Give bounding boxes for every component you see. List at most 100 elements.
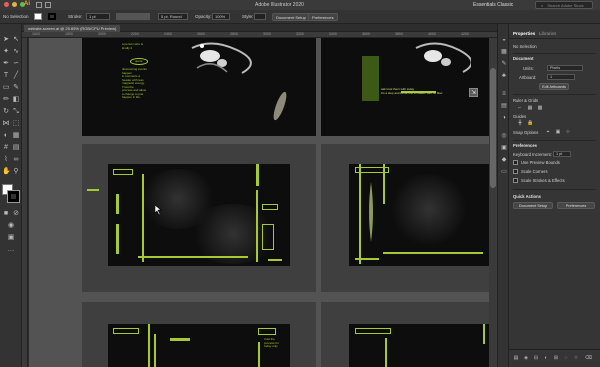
- none-color-icon[interactable]: ⊘: [12, 210, 20, 218]
- stroke-swatch[interactable]: [48, 13, 56, 20]
- smart-guides-icon[interactable]: ⊹: [565, 129, 571, 135]
- pencil-tool-icon[interactable]: ✏: [2, 96, 10, 104]
- quick-preferences-button[interactable]: Preferences: [557, 202, 595, 209]
- shape-builder-tool-icon[interactable]: ◐: [2, 132, 10, 140]
- symbols-panel-icon[interactable]: ♣: [500, 72, 508, 80]
- opacity-field[interactable]: 100%: [212, 13, 230, 20]
- align-icon[interactable]: ⊟: [533, 355, 539, 361]
- eraser-tool-icon[interactable]: ◧: [12, 96, 20, 104]
- star-icon[interactable]: ☆: [573, 355, 579, 361]
- eyedropper-tool-icon[interactable]: ⌇: [2, 156, 10, 164]
- workspace-switcher[interactable]: Essentials Classic: [473, 2, 513, 8]
- hand-tool-icon[interactable]: ✋: [2, 168, 11, 176]
- mesh-tool-icon[interactable]: #: [2, 144, 10, 152]
- fill-stroke-widget[interactable]: [2, 184, 20, 206]
- document-setup-button[interactable]: Document Setup: [272, 13, 310, 21]
- direct-selection-tool-icon[interactable]: ↖: [12, 36, 20, 44]
- perspective-grid-tool-icon[interactable]: ▦: [12, 132, 20, 140]
- artboard-dropdown[interactable]: 1: [547, 74, 575, 80]
- swatches-panel-icon[interactable]: ▦: [500, 48, 508, 56]
- trash-icon[interactable]: ⌫: [585, 355, 592, 361]
- character-icon[interactable]: ◌: [563, 355, 569, 361]
- gradient-panel-icon[interactable]: ▤: [500, 102, 508, 110]
- stroke-panel-icon[interactable]: ≡: [500, 90, 508, 98]
- artboard[interactable]: [321, 302, 489, 367]
- type-tool-icon[interactable]: T: [2, 72, 10, 80]
- lasso-tool-icon[interactable]: ∿: [12, 48, 20, 56]
- artboard[interactable]: trust the process for today only: [82, 302, 316, 367]
- blend-tool-icon[interactable]: ∞: [12, 156, 20, 164]
- quick-document-setup-button[interactable]: Document Setup: [513, 202, 553, 209]
- selection-tool-icon[interactable]: ➤: [2, 36, 10, 44]
- graphic-styles-panel-icon[interactable]: ▣: [500, 144, 508, 152]
- canvas[interactable]: a person who is kindly 2 quote discoveri…: [29, 38, 497, 367]
- brush-definition[interactable]: 5 pt. Round: [158, 13, 188, 20]
- color-panel-icon[interactable]: ◒: [500, 36, 508, 44]
- control-bar: No Selection Stroke: 1 pt 5 pt. Round Op…: [0, 10, 600, 24]
- artboard[interactable]: [82, 144, 316, 292]
- edit-artboards-button[interactable]: Edit Artboards: [539, 83, 569, 90]
- graphic-style-picker[interactable]: [254, 13, 266, 20]
- artwork-caption-text: trust the process for today only: [264, 337, 279, 348]
- vertical-scrollbar[interactable]: [489, 38, 497, 367]
- vertical-ruler[interactable]: [22, 38, 28, 367]
- pen-tool-icon[interactable]: ✒: [2, 60, 10, 68]
- ruler-tick-label: 1600: [32, 32, 40, 36]
- close-window-button[interactable]: [4, 2, 9, 7]
- layers-panel-icon[interactable]: ◆: [500, 156, 508, 164]
- rectangle-tool-icon[interactable]: ▭: [2, 84, 10, 92]
- edit-toolbar-icon[interactable]: …: [7, 246, 15, 254]
- brushes-panel-icon[interactable]: ✎: [500, 60, 508, 68]
- draw-mode-icon[interactable]: ◉: [7, 222, 15, 230]
- preferences-button[interactable]: Preferences: [308, 13, 338, 21]
- search-icon: ⌕: [541, 3, 544, 8]
- guides-visibility-icon[interactable]: ╋: [517, 120, 523, 126]
- stock-search-input[interactable]: ⌕ Search Adobe Stock: [535, 1, 593, 9]
- width-tool-icon[interactable]: ⋈: [2, 120, 10, 128]
- stroke-weight-field[interactable]: 1 pt: [86, 13, 110, 20]
- appearance-panel-icon[interactable]: ◎: [500, 132, 508, 140]
- home-icon[interactable]: [36, 2, 42, 8]
- screen-mode-icon[interactable]: ▣: [7, 234, 15, 242]
- color-mode-icon[interactable]: ■: [2, 210, 10, 218]
- rotate-tool-icon[interactable]: ↻: [2, 108, 10, 116]
- minimize-window-button[interactable]: [12, 2, 17, 7]
- tab-libraries[interactable]: Libraries: [539, 31, 556, 36]
- snap-pixel-icon[interactable]: ▣: [555, 129, 561, 135]
- zoom-tool-icon[interactable]: ⚲: [12, 168, 20, 176]
- transparency-grid-icon[interactable]: ▩: [537, 105, 543, 111]
- artboard[interactable]: [321, 144, 489, 292]
- ruler-toggle-icon[interactable]: ⌐: [517, 105, 523, 111]
- scrollbar-thumb[interactable]: [490, 68, 496, 188]
- line-tool-icon[interactable]: ╱: [12, 72, 20, 80]
- snap-point-icon[interactable]: ⌖: [545, 129, 551, 135]
- free-transform-tool-icon[interactable]: ⬚: [12, 120, 20, 128]
- magic-wand-tool-icon[interactable]: ✦: [2, 48, 10, 56]
- scale-tool-icon[interactable]: ⤡: [12, 108, 20, 116]
- tab-properties[interactable]: Properties: [513, 31, 535, 36]
- artboard[interactable]: a person who is kindly 2 quote discoveri…: [82, 38, 316, 136]
- transform-icon[interactable]: ⊞: [553, 355, 559, 361]
- variable-width-profile[interactable]: [116, 13, 150, 20]
- transparency-panel-icon[interactable]: ◑: [500, 114, 508, 122]
- guides-lock-icon[interactable]: 🔒: [527, 120, 533, 126]
- paintbrush-tool-icon[interactable]: ✎: [12, 84, 20, 92]
- stroke-color-box[interactable]: [7, 190, 20, 203]
- grid-toggle-icon[interactable]: ▦: [527, 105, 533, 111]
- scale-strokes-checkbox[interactable]: [513, 178, 518, 183]
- keyboard-increment-field[interactable]: 1 pt: [553, 151, 571, 157]
- document-tab[interactable]: website-screen.ai @ 25.65% (RGB/CPU Prev…: [24, 25, 121, 32]
- arrange-documents-icon[interactable]: [45, 2, 51, 8]
- pathfinder-icon[interactable]: ◐: [543, 355, 549, 361]
- preview-bounds-checkbox[interactable]: [513, 160, 518, 165]
- gradient-tool-icon[interactable]: ▤: [12, 144, 20, 152]
- curvature-tool-icon[interactable]: ∽: [12, 60, 20, 68]
- units-dropdown[interactable]: Pixels: [547, 65, 583, 71]
- fill-swatch[interactable]: [34, 13, 42, 20]
- artboard[interactable]: ask trust them with today it's a step an…: [321, 38, 489, 136]
- artboards-panel-icon[interactable]: ▭: [500, 168, 508, 176]
- layers-icon[interactable]: ◈: [523, 355, 529, 361]
- scale-corners-checkbox[interactable]: [513, 169, 518, 174]
- libraries-icon[interactable]: ▤: [513, 355, 519, 361]
- context-widget-icon[interactable]: ⇲: [469, 88, 478, 97]
